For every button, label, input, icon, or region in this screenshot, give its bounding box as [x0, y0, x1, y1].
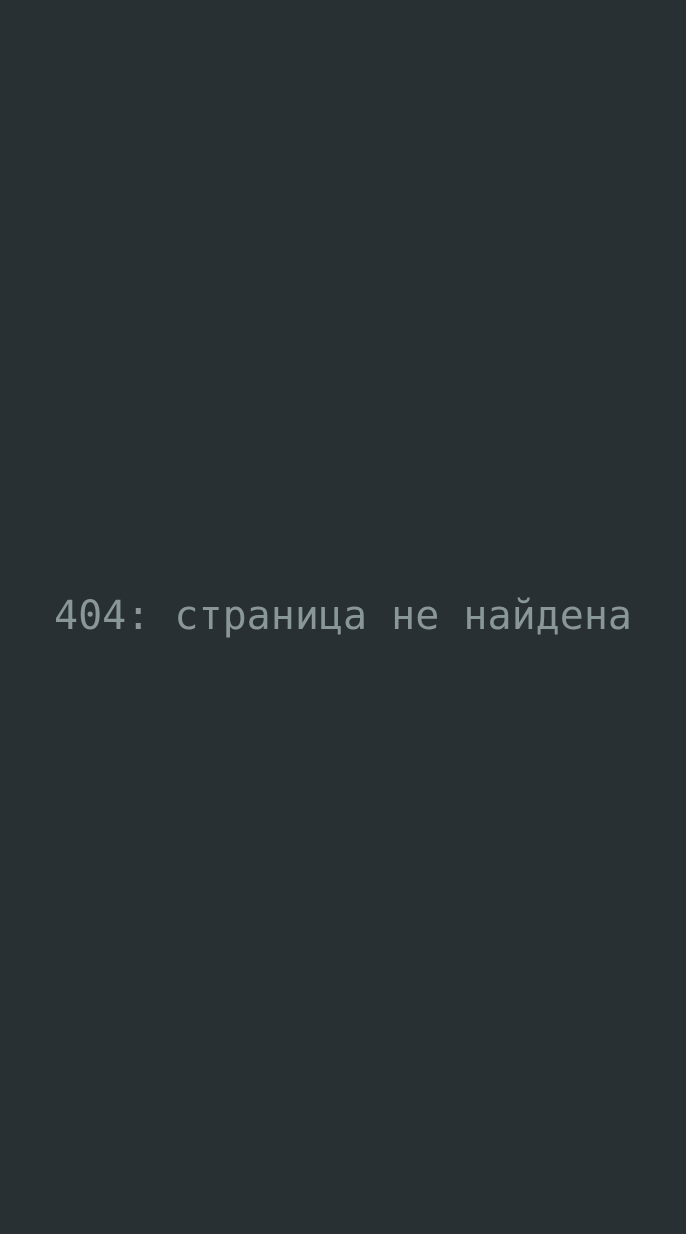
- error-page: 404: страница не найдена: [0, 0, 686, 1234]
- error-message: 404: страница не найдена: [54, 593, 632, 639]
